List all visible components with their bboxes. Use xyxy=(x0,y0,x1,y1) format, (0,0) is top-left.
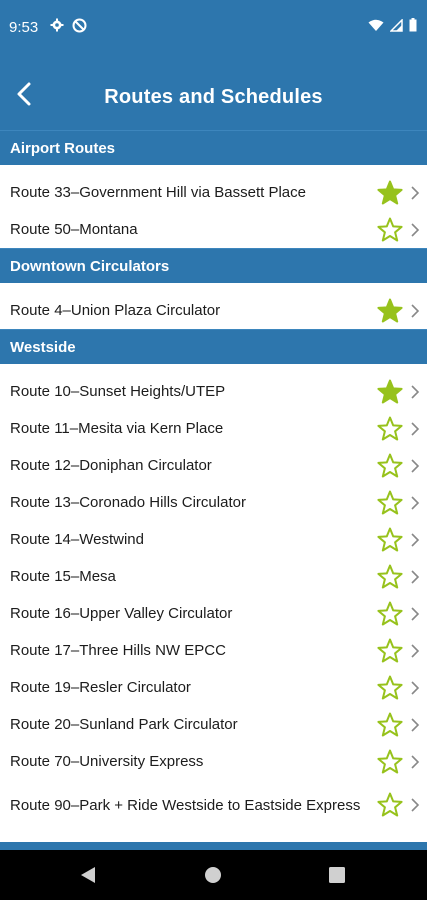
star-outline-icon[interactable] xyxy=(377,712,403,738)
route-label: Route 90–Park + Ride Westside to Eastsid… xyxy=(10,796,361,814)
no-sync-icon xyxy=(72,18,87,33)
chevron-right-icon xyxy=(411,384,420,399)
system-nav-bar xyxy=(0,850,427,900)
section-header: Westside xyxy=(0,329,427,364)
wifi-icon xyxy=(368,19,384,31)
app-bar: Routes and Schedules xyxy=(0,56,427,130)
signal-icon xyxy=(390,18,403,32)
section-header: Downtown Circulators xyxy=(0,248,427,283)
chevron-right-icon xyxy=(411,532,420,547)
status-bar: 9:53 xyxy=(0,0,427,56)
gear-icon xyxy=(50,18,64,32)
chevron-right-icon xyxy=(411,798,420,812)
route-row[interactable]: Route 50–Montana xyxy=(0,211,427,248)
route-label: Route 10–Sunset Heights/UTEP xyxy=(10,383,226,400)
route-label: Route 33–Government Hill via Bassett Pla… xyxy=(10,184,306,201)
battery-icon xyxy=(409,18,417,32)
nav-recents-icon[interactable] xyxy=(329,867,345,883)
route-label: Route 70–University Express xyxy=(10,753,204,770)
star-outline-icon[interactable] xyxy=(377,638,403,664)
route-label: Route 17–Three Hills NW EPCC xyxy=(10,642,226,659)
route-label: Route 16–Upper Valley Circulator xyxy=(10,605,233,622)
route-row[interactable]: Route 16–Upper Valley Circulator xyxy=(0,595,427,632)
chevron-right-icon xyxy=(411,569,420,584)
chevron-right-icon xyxy=(411,754,420,769)
chevron-right-icon xyxy=(411,643,420,658)
chevron-right-icon xyxy=(411,185,420,200)
route-label: Route 19–Resler Circulator xyxy=(10,679,191,696)
route-row[interactable]: Route 4–Union Plaza Circulator xyxy=(0,292,427,329)
status-right-icons xyxy=(368,18,417,32)
star-outline-icon[interactable] xyxy=(377,601,403,627)
chevron-right-icon xyxy=(411,680,420,695)
route-row[interactable]: Route 10–Sunset Heights/UTEP xyxy=(0,373,427,410)
star-outline-icon[interactable] xyxy=(377,490,403,516)
route-row[interactable]: Route 17–Three Hills NW EPCC xyxy=(0,632,427,669)
page-title: Routes and Schedules xyxy=(104,86,323,108)
star-outline-icon[interactable] xyxy=(377,749,403,775)
status-time: 9:53 xyxy=(9,19,39,36)
route-row[interactable]: Route 19–Resler Circulator xyxy=(0,669,427,706)
star-outline-icon[interactable] xyxy=(377,564,403,590)
route-label: Route 20–Sunland Park Circulator xyxy=(10,716,238,733)
chevron-right-icon xyxy=(411,606,420,621)
star-outline-icon[interactable] xyxy=(377,416,403,442)
chevron-right-icon xyxy=(411,421,420,436)
status-left-icons xyxy=(50,18,87,33)
star-outline-icon[interactable] xyxy=(377,217,403,243)
route-label: Route 12–Doniphan Circulator xyxy=(10,457,212,474)
chevron-right-icon xyxy=(411,495,420,510)
star-outline-icon[interactable] xyxy=(377,527,403,553)
route-row[interactable]: Route 20–Sunland Park Circulator xyxy=(0,706,427,743)
route-list: Airport Routes Route 33–Government Hill v… xyxy=(0,130,427,830)
chevron-right-icon xyxy=(411,303,420,318)
star-outline-icon[interactable] xyxy=(377,453,403,479)
route-row[interactable]: Route 13–Coronado Hills Circulator xyxy=(0,484,427,521)
route-label: Route 13–Coronado Hills Circulator xyxy=(10,494,246,511)
route-label: Route 4–Union Plaza Circulator xyxy=(10,302,221,319)
route-row[interactable]: Route 15–Mesa xyxy=(0,558,427,595)
route-row[interactable]: Route 33–Government Hill via Bassett Pla… xyxy=(0,174,427,211)
nav-home-icon[interactable] xyxy=(204,866,222,884)
star-filled-icon[interactable] xyxy=(377,180,403,206)
bottom-divider xyxy=(0,842,427,850)
chevron-right-icon xyxy=(411,222,420,237)
nav-back-icon[interactable] xyxy=(80,866,96,884)
route-row[interactable]: Route 70–University Express xyxy=(0,743,427,780)
route-label: Route 15–Mesa xyxy=(10,568,116,585)
route-label: Route 11–Mesita via Kern Place xyxy=(10,420,224,437)
route-label: Route 14–Westwind xyxy=(10,531,144,548)
route-label: Route 50–Montana xyxy=(10,221,138,238)
star-filled-icon[interactable] xyxy=(377,298,403,324)
chevron-right-icon xyxy=(411,717,420,732)
chevron-right-icon xyxy=(411,458,420,473)
route-row[interactable]: Route 14–Westwind xyxy=(0,521,427,558)
star-outline-icon[interactable] xyxy=(377,675,403,701)
section-header: Airport Routes xyxy=(0,130,427,165)
route-row[interactable]: Route 12–Doniphan Circulator xyxy=(0,447,427,484)
route-row[interactable]: Route 90–Park + Ride Westside to Eastsid… xyxy=(0,780,427,830)
star-filled-icon[interactable] xyxy=(377,379,403,405)
star-outline-icon[interactable] xyxy=(377,792,403,818)
route-row[interactable]: Route 11–Mesita via Kern Place xyxy=(0,410,427,447)
